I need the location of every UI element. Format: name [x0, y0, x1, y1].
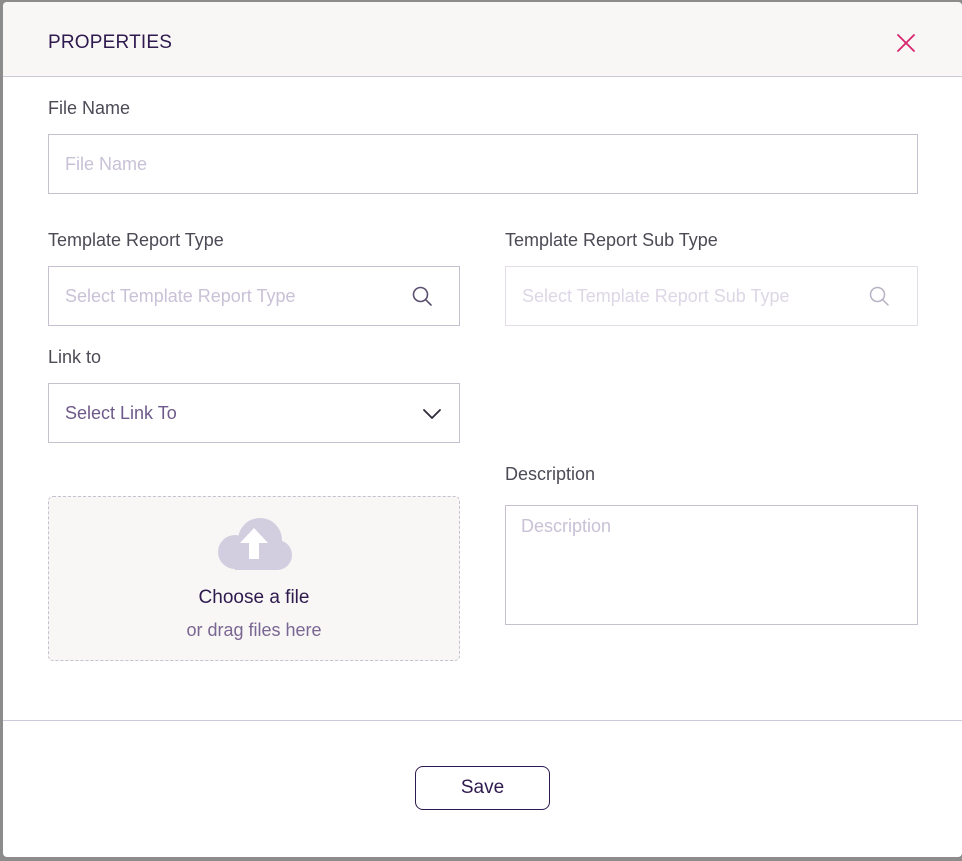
file-upload-dropzone[interactable]: Choose a file or drag files here	[48, 496, 460, 661]
save-button[interactable]: Save	[415, 766, 550, 810]
description-label: Description	[505, 464, 596, 484]
file-name-input[interactable]	[49, 135, 917, 193]
search-icon	[869, 286, 889, 306]
template-report-sub-type-label: Template Report Sub Type	[505, 230, 718, 250]
upload-subtitle: or drag files here	[186, 620, 322, 640]
template-report-type-field	[48, 266, 460, 326]
description-field	[505, 505, 918, 625]
description-textarea[interactable]	[506, 506, 917, 624]
close-icon	[897, 34, 915, 52]
footer-divider	[3, 720, 962, 721]
file-name-field	[48, 134, 918, 194]
search-icon[interactable]	[411, 285, 433, 307]
file-name-label: File Name	[48, 98, 131, 118]
link-to-selected-value: Select Link To	[65, 403, 177, 423]
properties-dialog: PROPERTIES File Name Template Report Typ…	[3, 2, 962, 857]
template-report-sub-type-input[interactable]	[506, 267, 917, 325]
dialog-title: PROPERTIES	[48, 32, 173, 53]
upload-title: Choose a file	[198, 587, 310, 608]
link-to-select[interactable]: Select Link To	[48, 383, 460, 443]
chevron-down-icon	[423, 409, 441, 419]
template-report-type-input[interactable]	[49, 267, 459, 325]
template-report-type-label: Template Report Type	[48, 230, 224, 250]
link-to-label: Link to	[48, 347, 102, 367]
close-button[interactable]	[891, 28, 921, 58]
dialog-header: PROPERTIES	[3, 2, 962, 77]
template-report-sub-type-field	[505, 266, 918, 326]
cloud-upload-icon	[218, 518, 292, 570]
